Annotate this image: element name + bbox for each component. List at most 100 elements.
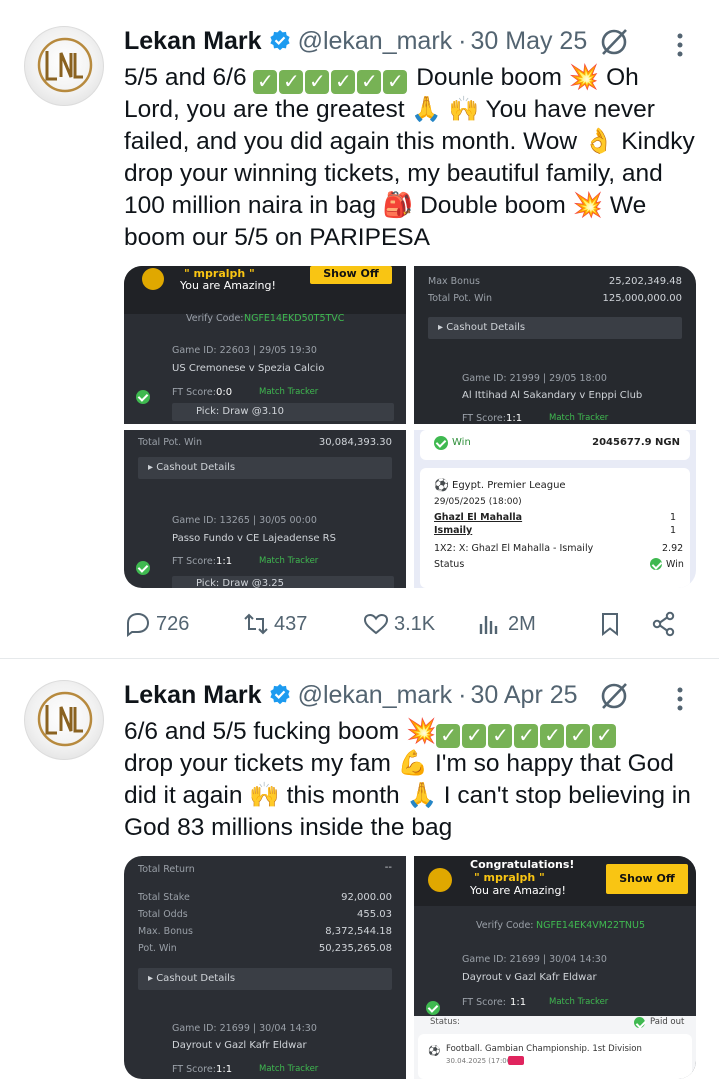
tweet-text-line: drop your winning tickets, my beautiful … bbox=[124, 160, 663, 187]
ticket-image-2[interactable]: Max Bonus 25,202,349.48 Total Pot. Win 1… bbox=[414, 266, 696, 424]
ft-score: 1:1 bbox=[510, 997, 527, 1008]
team-1-score: 1 bbox=[670, 512, 677, 523]
repost-button[interactable]: 437 bbox=[242, 606, 307, 642]
author-name[interactable]: Lekan Mark bbox=[124, 27, 262, 56]
media-grid[interactable]: " mpralph " You are Amazing! Show Off Ve… bbox=[124, 266, 696, 588]
tweet-text-line: Lord, you are the greatest 🙏 🙌 You have … bbox=[124, 96, 655, 123]
views-button[interactable]: 2M bbox=[476, 606, 536, 642]
soccer-ball-icon: ⚽ bbox=[428, 1046, 441, 1057]
total-pot-label: Total Pot. Win bbox=[138, 437, 203, 448]
game-id: Game ID: 13265 | 30/05 00:00 bbox=[172, 515, 317, 526]
win-check-icon bbox=[136, 561, 150, 575]
share-button[interactable] bbox=[650, 606, 682, 642]
ticket-image-4[interactable]: Win 2045677.9 NGN ⚽ Egypt. Premier Leagu… bbox=[414, 430, 696, 588]
author-handle[interactable]: @lekan_mark bbox=[298, 681, 453, 710]
tagline-text: You are Amazing! bbox=[470, 884, 566, 897]
match-name: US Cremonese v Spezia Calcio bbox=[172, 363, 325, 374]
match-tracker-link[interactable]: Match Tracker bbox=[259, 387, 318, 397]
ticket-image-2[interactable]: Congratulations! " mpralph " You are Ama… bbox=[414, 856, 696, 1079]
ft-score-label: FT Score: bbox=[172, 387, 216, 398]
verified-badge-icon bbox=[269, 30, 290, 51]
tweet-date[interactable]: 30 May 25 bbox=[471, 27, 588, 56]
max-bonus-label: Max Bonus bbox=[428, 276, 480, 287]
pot-win-value: 50,235,265.08 bbox=[318, 943, 392, 954]
verify-label: Verify Code: bbox=[186, 313, 244, 324]
reply-button[interactable]: 726 bbox=[124, 606, 189, 642]
avatar[interactable] bbox=[24, 26, 104, 106]
reply-icon bbox=[127, 612, 150, 637]
tweet-text-line: 6/6 and 5/5 fucking boom 💥 ✓ ✓ ✓ ✓ ✓ ✓ ✓ bbox=[124, 716, 704, 748]
match-date: 29/05/2025 (18:00) bbox=[434, 497, 522, 507]
team-1[interactable]: Ghazl El Mahalla bbox=[434, 512, 522, 523]
paid-check-icon bbox=[634, 1017, 645, 1028]
status-label: Status bbox=[434, 559, 465, 570]
ticket-image-1[interactable]: " mpralph " You are Amazing! Show Off Ve… bbox=[124, 266, 406, 424]
bet-odds: 2.92 bbox=[662, 543, 684, 554]
tweet-1[interactable]: Lekan Mark @lekan_mark · 30 May 25 5/5 a… bbox=[0, 0, 719, 659]
share-icon bbox=[652, 611, 675, 637]
tweet-text-line: 5/5 and 6/6 ✓ ✓ ✓ ✓ ✓ ✓ Dounle boom 💥 Oh bbox=[124, 64, 639, 94]
tagline-text: You are Amazing! bbox=[180, 279, 276, 292]
congrats-text: Congratulations! bbox=[470, 858, 575, 871]
show-off-button[interactable]: Show Off bbox=[310, 266, 392, 284]
grok-icon[interactable] bbox=[598, 680, 630, 712]
win-check-icon bbox=[136, 390, 150, 404]
ticket-image-3[interactable]: Total Pot. Win 30,084,393.30 ▸ Cashout D… bbox=[124, 430, 406, 588]
ft-score: 1:1 bbox=[506, 413, 523, 424]
avatar[interactable] bbox=[24, 680, 104, 760]
pick-text: Pick: Draw @3.25 bbox=[196, 578, 284, 588]
heart-icon bbox=[363, 613, 389, 635]
match-tracker-link[interactable]: Match Tracker bbox=[549, 413, 608, 423]
match-tracker-link[interactable]: Match Tracker bbox=[549, 997, 608, 1007]
match-name: Al Ittihad Al Sakandary v Enppi Club bbox=[462, 390, 643, 401]
ticket-image-1[interactable]: Total Return -- Total Stake 92,000.00 To… bbox=[124, 856, 406, 1079]
ft-score: 1:1 bbox=[216, 1064, 233, 1075]
media-grid[interactable]: Total Return -- Total Stake 92,000.00 To… bbox=[124, 856, 696, 1079]
bookmark-icon bbox=[602, 613, 618, 637]
total-pot-value: 125,000,000.00 bbox=[602, 293, 682, 304]
match-tracker-link[interactable]: Match Tracker bbox=[259, 556, 318, 566]
author-name[interactable]: Lekan Mark bbox=[124, 681, 262, 710]
author-handle[interactable]: @lekan_mark bbox=[298, 27, 453, 56]
total-stake-label: Total Stake bbox=[138, 892, 190, 903]
tweet-actions: 726 437 3.1K 2M bbox=[124, 606, 696, 642]
like-button[interactable]: 3.1K bbox=[362, 606, 435, 642]
cashout-details-label: ▸ Cashout Details bbox=[148, 462, 236, 473]
match-tracker-link[interactable]: Match Tracker bbox=[259, 1064, 318, 1074]
bookmark-button[interactable] bbox=[596, 606, 628, 642]
league-name: Egypt. Premier League bbox=[452, 480, 566, 491]
max-bonus-label: Max. Bonus bbox=[138, 926, 194, 937]
tweet-2[interactable]: Lekan Mark @lekan_mark · 30 Apr 25 6/6 a… bbox=[0, 660, 719, 1079]
cashout-details-label: ▸ Cashout Details bbox=[438, 322, 526, 333]
verify-label: Verify Code: bbox=[476, 920, 534, 931]
show-off-button[interactable]: Show Off bbox=[606, 864, 688, 894]
total-return-label: Total Return bbox=[138, 864, 195, 875]
reply-count: 726 bbox=[156, 612, 190, 635]
grok-icon[interactable] bbox=[598, 26, 630, 58]
tweet-text-line: 100 million naira in bag 🎒 Double boom 💥… bbox=[124, 192, 647, 219]
league-name: Football. Gambian Championship. 1st Divi… bbox=[446, 1044, 642, 1054]
tweet-date[interactable]: 30 Apr 25 bbox=[471, 681, 578, 710]
win-label: Win bbox=[452, 437, 471, 448]
paid-out-label: Paid out bbox=[650, 1017, 685, 1027]
tweet-text-line: boom our 5/5 on PARIPESA bbox=[124, 224, 430, 251]
soccer-ball-icon: ⚽ bbox=[434, 478, 449, 492]
game-id: Game ID: 21699 | 30/04 14:30 bbox=[462, 954, 607, 965]
like-count: 3.1K bbox=[394, 612, 436, 635]
tweet-header: Lekan Mark @lekan_mark · 30 May 25 bbox=[124, 24, 587, 58]
bet-market: 1X2: X: Ghazl El Mahalla - Ismaily bbox=[434, 543, 594, 554]
team-2[interactable]: Ismaily bbox=[434, 525, 472, 536]
tweet-text-line: did it again 🙌 this month 🙏 I can't stop… bbox=[124, 782, 691, 809]
username-text: " mpralph " bbox=[474, 871, 545, 884]
tweet-text-line: God 83 millions inside the bag bbox=[124, 814, 453, 841]
status-value: Win bbox=[666, 559, 684, 570]
avatar-logo-icon bbox=[37, 37, 93, 93]
ft-score-label: FT Score: bbox=[172, 1064, 216, 1075]
verify-code: NGFE14EK4VM22TNU5 bbox=[536, 920, 645, 931]
tweet-text: 5/5 and 6/6 ✓ ✓ ✓ ✓ ✓ ✓ Dounle boom 💥 Oh Lord… bbox=[124, 62, 704, 254]
ft-score: 0:0 bbox=[216, 387, 233, 398]
game-id: Game ID: 22603 | 29/05 19:30 bbox=[172, 345, 317, 356]
more-options-icon[interactable] bbox=[672, 684, 688, 714]
more-options-icon[interactable] bbox=[672, 30, 688, 60]
total-odds-label: Total Odds bbox=[138, 909, 188, 920]
